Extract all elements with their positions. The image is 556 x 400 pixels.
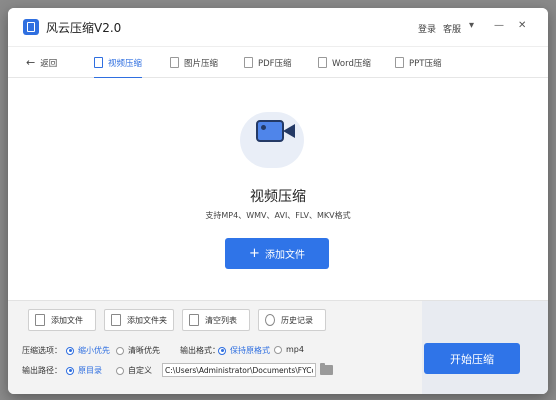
toolbar-add-file-button[interactable]: 添加文件 bbox=[28, 309, 96, 331]
toolbar-history-label: 历史记录 bbox=[281, 315, 313, 325]
compress-option-smaller[interactable]: 缩小优先 bbox=[66, 345, 110, 356]
pdf-tab-icon bbox=[244, 57, 253, 68]
toolbar-clear-list-button[interactable]: 清空列表 bbox=[182, 309, 250, 331]
compress-opt2-label: 清晰优先 bbox=[128, 346, 160, 355]
tab-label: PDF压缩 bbox=[258, 58, 292, 69]
tab-video-compress[interactable]: 视频压缩 bbox=[94, 47, 143, 79]
clock-icon bbox=[265, 314, 275, 326]
tab-label: 视频压缩 bbox=[108, 58, 143, 69]
camera-dot bbox=[261, 125, 266, 130]
ppt-tab-icon bbox=[395, 57, 404, 68]
path-opt2-label: 自定义 bbox=[128, 366, 152, 375]
format-opt2-label: mp4 bbox=[286, 345, 304, 354]
format-opt1-label: 保持原格式 bbox=[230, 346, 270, 355]
radio-unselected[interactable] bbox=[274, 345, 282, 354]
compress-option-clarity[interactable]: 清晰优先 bbox=[116, 345, 160, 356]
title-bar: 风云压缩V2.0 登录 客服 ▾ — ✕ bbox=[8, 8, 548, 46]
plus-icon: + bbox=[249, 246, 260, 261]
camera-body bbox=[256, 120, 284, 142]
toolbar-add-file-label: 添加文件 bbox=[51, 315, 83, 325]
tab-word-compress[interactable]: Word压缩 bbox=[318, 47, 371, 78]
minimize-icon[interactable]: — bbox=[494, 20, 504, 31]
compress-options-label: 压缩选项： bbox=[22, 346, 62, 355]
radio-selected[interactable] bbox=[66, 346, 74, 355]
zip-logo-mark bbox=[27, 22, 35, 32]
radio-selected[interactable] bbox=[218, 346, 226, 355]
radio-selected[interactable] bbox=[66, 366, 74, 375]
start-compress-button[interactable]: 开始压缩 bbox=[424, 343, 520, 374]
toolbar-add-folder-button[interactable]: 添加文件夹 bbox=[104, 309, 174, 331]
folder-icon[interactable] bbox=[320, 363, 333, 375]
service-link[interactable]: 客服 bbox=[443, 22, 461, 35]
back-arrow-icon: ← bbox=[26, 56, 36, 69]
tab-label: Word压缩 bbox=[332, 58, 371, 69]
back-button[interactable]: ← 返回 bbox=[26, 47, 57, 78]
page-title: 视频压缩 bbox=[250, 189, 306, 205]
output-path-label: 输出路径： bbox=[22, 366, 62, 375]
word-tab-icon bbox=[318, 57, 327, 68]
login-link[interactable]: 登录 bbox=[418, 22, 436, 35]
toolbar-add-folder-label: 添加文件夹 bbox=[127, 315, 167, 325]
image-tab-icon bbox=[170, 57, 179, 68]
radio-unselected[interactable] bbox=[116, 366, 124, 375]
tab-pdf-compress[interactable]: PDF压缩 bbox=[244, 47, 292, 78]
bottom-panel: 添加文件 添加文件夹 清空列表 历史记录 压缩选项： 缩小优先 清晰优先 输出格… bbox=[8, 300, 548, 394]
video-tab-icon bbox=[94, 57, 103, 68]
tab-image-compress[interactable]: 图片压缩 bbox=[170, 47, 218, 78]
add-file-button[interactable]: + 添加文件 bbox=[225, 238, 329, 269]
radio-unselected[interactable] bbox=[116, 346, 124, 355]
close-icon[interactable]: ✕ bbox=[518, 20, 526, 31]
format-option-keep[interactable]: 保持原格式 bbox=[218, 345, 270, 356]
app-window: 风云压缩V2.0 登录 客服 ▾ — ✕ ← 返回 视频压缩 图片压缩 PDF压… bbox=[8, 8, 548, 394]
compress-opt1-label: 缩小优先 bbox=[78, 346, 110, 355]
tab-label: 图片压缩 bbox=[184, 58, 219, 69]
tabs-bar: ← 返回 视频压缩 图片压缩 PDF压缩 Word压缩 PPT压缩 bbox=[8, 46, 548, 79]
app-logo bbox=[23, 19, 39, 35]
toolbar-history-button[interactable]: 历史记录 bbox=[258, 309, 326, 331]
add-file-label: 添加文件 bbox=[264, 250, 305, 261]
camera-lens bbox=[283, 124, 295, 138]
path-option-original[interactable]: 原目录 bbox=[66, 365, 102, 376]
path-opt1-label: 原目录 bbox=[78, 366, 102, 375]
file-icon bbox=[35, 314, 45, 326]
trash-icon bbox=[189, 314, 199, 326]
app-title: 风云压缩V2.0 bbox=[46, 21, 122, 35]
main-drop-area[interactable]: 视频压缩 支持MP4、WMV、AVI、FLV、MKV格式 + 添加文件 bbox=[8, 78, 548, 300]
format-option-mp4[interactable]: mp4 bbox=[274, 345, 304, 354]
supported-formats: 支持MP4、WMV、AVI、FLV、MKV格式 bbox=[205, 211, 351, 220]
toolbar-clear-list-label: 清空列表 bbox=[205, 315, 237, 325]
output-format-label: 输出格式： bbox=[180, 346, 220, 355]
tab-label: PPT压缩 bbox=[409, 58, 442, 69]
video-camera-icon bbox=[240, 106, 312, 170]
path-option-custom[interactable]: 自定义 bbox=[116, 365, 152, 376]
chevron-down-icon[interactable]: ▾ bbox=[469, 20, 474, 31]
back-label: 返回 bbox=[40, 58, 58, 69]
output-path-field[interactable] bbox=[162, 363, 316, 377]
folder-outline-icon bbox=[111, 314, 121, 326]
tab-ppt-compress[interactable]: PPT压缩 bbox=[395, 47, 441, 78]
